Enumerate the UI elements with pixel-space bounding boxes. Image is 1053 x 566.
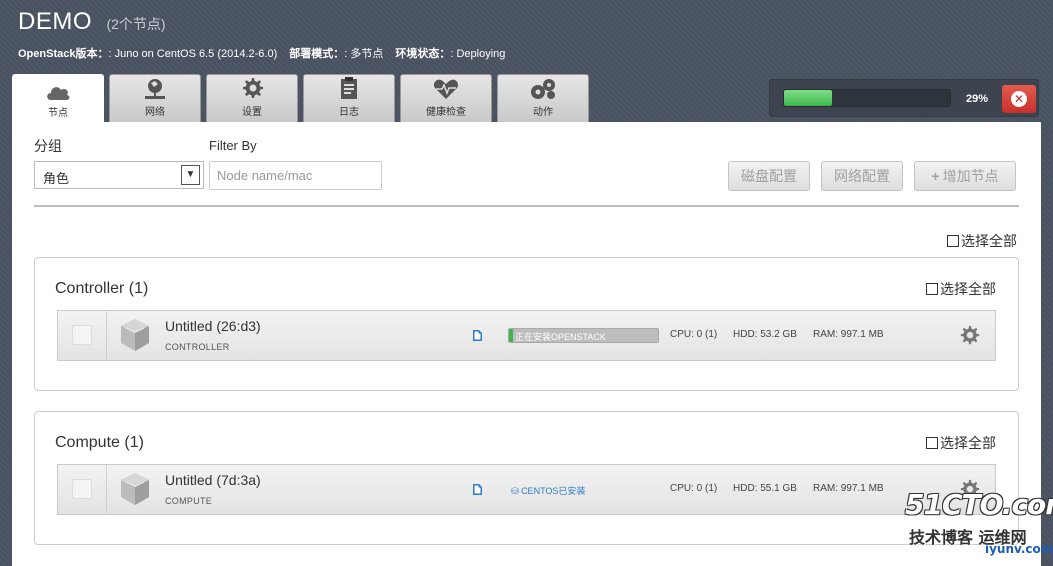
node-cpu: CPU: 0 (1) <box>670 329 718 340</box>
group-by-select[interactable]: 角色 ▼ <box>34 161 204 189</box>
group-select-all[interactable]: 选择全部 <box>926 433 996 453</box>
log-file-icon[interactable] <box>473 484 482 495</box>
server-cube-icon <box>121 473 149 505</box>
node-status-fill <box>509 329 514 342</box>
lock-icon: ⛁ <box>511 486 519 496</box>
network-icon <box>145 79 165 99</box>
tab-settings[interactable]: 设置 <box>206 74 298 122</box>
group-compute: Compute (1) 选择全部 Untitled (7d:3a) COMPUT… <box>34 411 1019 545</box>
toolbar-divider <box>34 205 1019 207</box>
tab-label: 网络 <box>145 107 165 118</box>
node-checkbox[interactable] <box>72 325 92 345</box>
deployment-progress: 29% ✕ <box>769 79 1039 117</box>
node-row[interactable]: Untitled (7d:3a) COMPUTE ⛁ CENTOS已安装 CPU… <box>57 464 996 515</box>
node-checkbox[interactable] <box>72 479 92 499</box>
network-config-label: 网络配置 <box>834 168 890 184</box>
node-checkbox-cell <box>58 465 107 514</box>
node-status-text: 正在安装OPENSTACK <box>515 332 606 342</box>
group-by-value: 角色 <box>43 171 70 186</box>
group-select-all-label: 选择全部 <box>940 435 996 451</box>
group-title: Controller (1) <box>55 280 149 297</box>
group-title: Compute (1) <box>55 434 144 451</box>
watermark: 51CTO.com 技术博客 运维网 iyunv.com <box>905 488 1053 556</box>
environment-title: DEMO (2个节点) <box>18 8 166 36</box>
version-value: : Juno on CentOS 6.5 (2014.2-6.0) <box>108 48 278 60</box>
node-count: (2个节点) <box>106 16 166 32</box>
group-select-all-checkbox[interactable] <box>926 437 938 449</box>
tab-bar: 节点 网络 设置 日志 健康检查 动作 <box>12 74 594 123</box>
cloud-icon <box>47 87 70 100</box>
node-hdd: HDD: 53.2 GB <box>733 329 797 340</box>
progress-track <box>783 89 951 107</box>
clipboard-icon <box>341 77 357 99</box>
node-name[interactable]: Untitled (26:d3) <box>165 318 261 334</box>
mode-value: : 多节点 <box>344 48 384 60</box>
tab-label: 健康检查 <box>426 107 466 118</box>
progress-fill <box>784 90 833 106</box>
node-status-text: CENTOS已安装 <box>521 486 586 496</box>
node-status-link[interactable]: ⛁ CENTOS已安装 <box>511 484 585 497</box>
node-ram: RAM: 997.1 MB <box>813 329 884 340</box>
group-select-all-checkbox[interactable] <box>926 283 938 295</box>
node-role: COMPUTE <box>165 496 213 506</box>
filter-label: Filter By <box>209 138 257 153</box>
group-select-all-label: 选择全部 <box>940 281 996 297</box>
node-status-progress: 正在安装OPENSTACK <box>508 328 659 343</box>
stop-deployment-button[interactable]: ✕ <box>1002 85 1036 113</box>
disk-config-button[interactable]: 磁盘配置 <box>728 161 810 191</box>
select-all-checkbox[interactable] <box>947 235 959 247</box>
node-ram: RAM: 997.1 MB <box>813 483 884 494</box>
tab-actions[interactable]: 动作 <box>497 74 589 122</box>
tab-label: 日志 <box>339 107 359 118</box>
tab-health-check[interactable]: 健康检查 <box>400 74 492 122</box>
add-node-label: 增加节点 <box>942 168 999 184</box>
tab-label: 节点 <box>48 108 68 119</box>
nodes-panel: 分组 Filter By 角色 ▼ 磁盘配置 网络配置 + 增加节点 选择全部 … <box>12 122 1041 566</box>
tab-network[interactable]: 网络 <box>109 74 201 122</box>
gears-icon <box>531 79 555 99</box>
plus-icon: + <box>931 168 940 184</box>
node-cpu: CPU: 0 (1) <box>670 483 718 494</box>
environment-meta: OpenStack版本：: Juno on CentOS 6.5 (2014.2… <box>18 45 505 61</box>
filter-input[interactable] <box>209 161 382 190</box>
group-controller: Controller (1) 选择全部 Untitled (26:d3) CON… <box>34 257 1019 391</box>
tab-logs[interactable]: 日志 <box>303 74 395 122</box>
server-cube-icon <box>121 319 149 351</box>
tab-nodes[interactable]: 节点 <box>12 74 104 123</box>
select-all-label: 选择全部 <box>961 233 1017 249</box>
status-value: : Deploying <box>450 48 506 60</box>
node-hdd: HDD: 55.1 GB <box>733 483 797 494</box>
chevron-down-icon: ▼ <box>181 165 200 185</box>
close-icon: ✕ <box>1011 91 1027 107</box>
node-row[interactable]: Untitled (26:d3) CONTROLLER 正在安装OPENSTAC… <box>57 310 996 361</box>
environment-name: DEMO <box>18 8 92 35</box>
status-label: 环境状态： <box>395 48 451 60</box>
group-label: 分组 <box>34 138 62 154</box>
heart-pulse-icon <box>433 79 459 99</box>
add-node-button[interactable]: + 增加节点 <box>914 161 1016 191</box>
group-select-all[interactable]: 选择全部 <box>926 279 996 299</box>
node-name[interactable]: Untitled (7d:3a) <box>165 472 261 488</box>
watermark-logo: 51CTO.com <box>905 488 1053 521</box>
network-config-button[interactable]: 网络配置 <box>821 161 903 191</box>
select-all-global[interactable]: 选择全部 <box>947 231 1017 251</box>
node-settings-gear-icon[interactable] <box>959 325 981 347</box>
gear-icon <box>243 78 263 98</box>
mode-label: 部署模式： <box>289 48 345 60</box>
node-role: CONTROLLER <box>165 342 230 352</box>
progress-percent: 29% <box>966 93 989 105</box>
tab-label: 设置 <box>242 107 262 118</box>
watermark-domain: iyunv.com <box>985 542 1053 556</box>
tab-label: 动作 <box>533 107 553 118</box>
log-file-icon[interactable] <box>473 330 482 341</box>
node-checkbox-cell <box>58 311 107 360</box>
version-label: OpenStack版本： <box>18 48 109 60</box>
